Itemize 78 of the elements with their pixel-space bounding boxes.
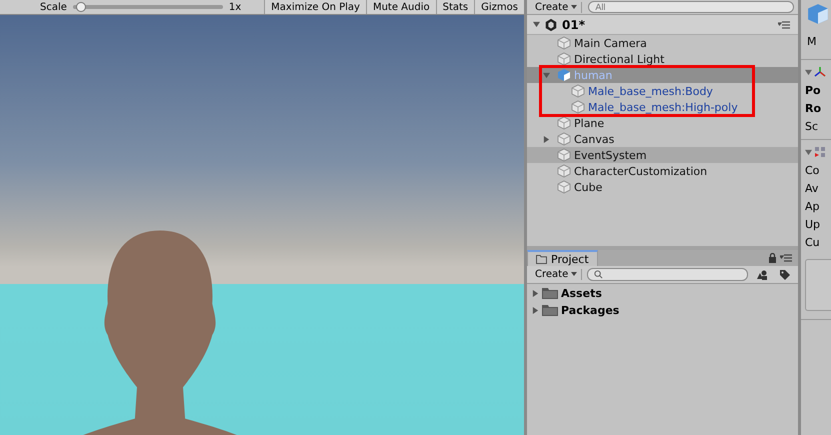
hierarchy-item[interactable]: Directional Light [527,51,798,67]
search-field[interactable]: All [588,1,794,13]
hierarchy-item[interactable]: Plane [527,115,798,131]
item-label: Male_base_mesh:Body [588,84,713,98]
item-label: EventSystem [574,148,647,162]
folder-icon [542,287,558,299]
cube-icon [557,36,571,50]
search-icon [594,270,604,279]
cube-icon [557,180,571,194]
item-label: Male_base_mesh:High-poly [588,100,738,114]
field-label: Co [805,164,820,176]
tag-icon[interactable] [779,268,791,280]
item-label: Cube [574,180,602,194]
scene-header[interactable]: 01* [527,15,798,35]
folder-name: Assets [561,286,602,300]
item-label: human [574,68,612,82]
hierarchy-item[interactable]: Male_base_mesh:Body [527,83,798,99]
caret-icon [571,272,578,276]
hierarchy-item[interactable]: Main Camera [527,35,798,51]
expand-arrow-icon[interactable] [533,21,540,28]
expand-arrow-icon[interactable] [532,290,539,296]
unity-logo-icon [544,18,558,32]
toolbar-toggle[interactable]: Stats [436,0,474,14]
create-button[interactable]: Create [531,269,582,280]
field-label: Cu [805,236,820,248]
project-tab[interactable]: Project [527,250,598,266]
cube-icon [571,100,585,114]
item-label: Main Camera [574,36,647,50]
field-label: Sc [805,120,818,132]
prefab-cube-icon [557,68,571,82]
field-label: Po [805,84,821,96]
item-label: Canvas [574,132,614,146]
expand-arrow-icon[interactable] [532,306,539,314]
transform-axes-icon [814,66,826,78]
scale-value: 1x [228,2,242,12]
toolbar-toggle[interactable]: Mute Audio [366,0,436,14]
toolbar-toggle[interactable]: Maximize On Play [264,0,366,14]
folder-name: Packages [561,304,620,316]
item-label: Directional Light [574,52,664,66]
hierarchy-item[interactable]: Canvas [527,131,798,147]
cube-icon [557,148,571,162]
scale-label: Scale [40,2,67,12]
folder-icon [542,304,558,316]
field-label: Ap [805,200,820,212]
expand-arrow-icon[interactable] [543,136,550,142]
folder-item[interactable]: Packages [527,302,798,318]
item-label: Plane [574,116,604,130]
folder-item[interactable]: Assets [527,285,798,301]
cube-icon [571,84,585,98]
caret-icon [571,4,578,9]
cube-icon [807,3,829,25]
cube-icon [557,132,571,146]
menu-icon[interactable] [780,254,792,262]
toolbar-toggle[interactable]: Gizmos [474,0,524,14]
menu-icon[interactable] [778,20,790,28]
create-button[interactable]: Create [531,2,582,12]
lock-icon[interactable] [768,253,778,263]
hierarchy-item[interactable]: Cube [527,179,798,195]
slider-thumb[interactable] [76,2,86,12]
scene-name: 01* [562,18,585,32]
field-label: Up [805,218,820,230]
field-label: Av [805,182,818,194]
collapse-arrow-icon[interactable] [805,68,812,76]
field-label: Ro [805,102,822,114]
inspector-label: M [807,35,816,48]
component-grid-icon [814,146,826,158]
search-field[interactable] [587,268,748,281]
shapes-icon[interactable] [756,268,768,280]
folder-icon [536,254,547,264]
hierarchy-item[interactable]: EventSystem [527,147,798,163]
expand-arrow-icon[interactable] [543,72,550,78]
collapse-arrow-icon[interactable] [805,148,812,156]
cube-icon [557,164,571,178]
item-label: CharacterCustomization [574,164,708,178]
scale-slider[interactable] [72,2,223,12]
cube-icon [557,52,571,66]
cube-icon [557,116,571,130]
hierarchy-item[interactable]: CharacterCustomization [527,163,798,179]
